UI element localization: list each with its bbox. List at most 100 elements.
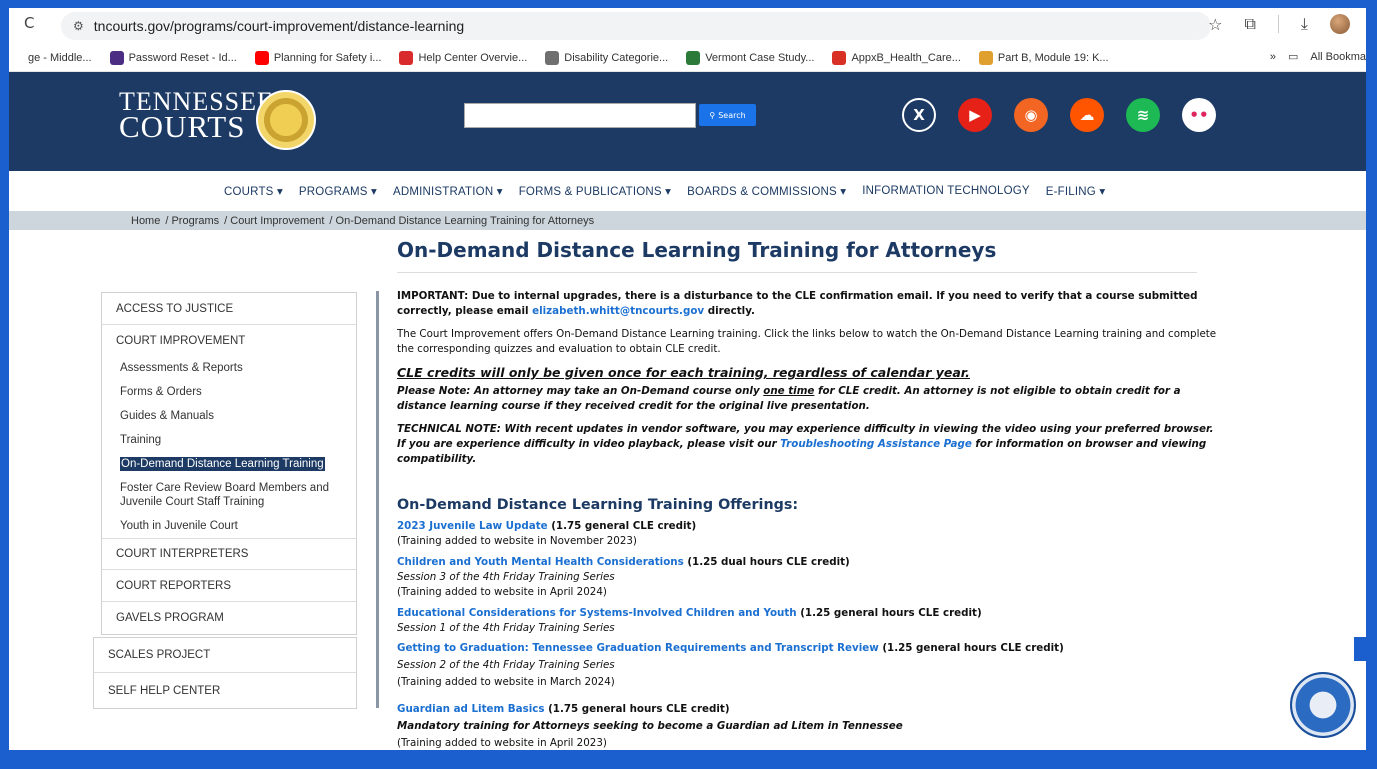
bookmark-label: Help Center Overvie... — [418, 51, 528, 64]
overlay-offerings: Getting to Graduation: Tennessee Graduat… — [397, 637, 1357, 750]
sidebar-subitem[interactable]: On-Demand Distance Learning Training — [102, 452, 356, 476]
breadcrumb-item[interactable]: / Court Improvement — [224, 215, 324, 227]
bookmark-favicon-icon — [978, 50, 993, 65]
spotify-icon[interactable]: ≋ — [1126, 98, 1160, 132]
bookmark-item[interactable]: Vermont Case Study... — [686, 50, 814, 65]
important-tail: directly. — [704, 305, 755, 317]
cle-heading: CLE credits will only be given once for … — [397, 365, 970, 380]
offering-link[interactable]: Guardian ad Litem Basics — [397, 703, 544, 715]
sidebar-subitem-label: Assessments & Reports — [120, 362, 243, 374]
search-button-label: Search — [718, 110, 746, 120]
sidebar-subitem[interactable]: Foster Care Review Board Members and Juv… — [102, 476, 356, 514]
bookmark-item[interactable]: Disability Categorie... — [545, 50, 669, 65]
troubleshooting-link[interactable]: Troubleshooting Assistance Page — [780, 438, 972, 450]
offering-link[interactable]: Getting to Graduation: Tennessee Graduat… — [397, 642, 879, 654]
bookmark-item[interactable]: Part B, Module 19: K... — [978, 50, 1109, 65]
bookmark-item[interactable]: Password Reset - Id... — [109, 50, 237, 65]
site-logo[interactable]: TENNESSEE COURTS — [119, 89, 274, 144]
search-input[interactable] — [464, 103, 696, 128]
bookmark-label: Part B, Module 19: K... — [997, 51, 1109, 64]
browser-toolbar: ☆ ⧉ ⤓ — [1208, 14, 1350, 34]
breadcrumb-item[interactable]: Home — [131, 215, 160, 227]
sidebar-item-court-improvement[interactable]: COURT IMPROVEMENT — [102, 325, 356, 357]
nav-item[interactable]: PROGRAMS ▾ — [299, 184, 377, 198]
folder-icon: ▭ — [1287, 51, 1299, 63]
sidebar-subitems: Assessments & Reports Forms & Orders Guide… — [102, 357, 356, 538]
download-icon[interactable]: ⤓ — [1301, 14, 1308, 34]
logo-line-2: COURTS — [119, 109, 246, 144]
important-text: IMPORTANT: Due to internal upgrades, the… — [397, 290, 1198, 317]
sidebar-subitem[interactable]: Forms & Orders — [102, 380, 356, 404]
court-seal-icon — [1290, 672, 1356, 738]
sidebar-subitem[interactable]: Training — [102, 428, 356, 452]
nav-item[interactable]: INFORMATION TECHNOLOGY — [862, 185, 1030, 197]
offering-link[interactable]: Children and Youth Mental Health Conside… — [397, 556, 684, 568]
offering-credit: (1.25 general hours CLE credit) — [878, 642, 1064, 654]
rss-icon[interactable]: ◉ — [1014, 98, 1048, 132]
site-info-icon[interactable]: ⚙ — [73, 19, 84, 33]
sidebar-subitem[interactable]: Guides & Manuals — [102, 404, 356, 428]
url-text[interactable]: tncourts.gov/programs/court-improvement/… — [94, 18, 464, 34]
search-button[interactable]: ⚲ Search — [699, 104, 756, 126]
sidebar-item-court-interpreters[interactable]: COURT INTERPRETERS — [102, 538, 356, 570]
offering-item: Children and Youth Mental Health Conside… — [397, 555, 1217, 600]
profile-avatar[interactable] — [1330, 14, 1350, 34]
search-icon: ⚲ — [709, 110, 716, 120]
bookmark-item[interactable]: AppxB_Health_Care... — [832, 50, 961, 65]
offerings-list: 2023 Juvenile Law Update (1.75 general C… — [397, 519, 1217, 636]
sidebar-item-self-help-center[interactable]: SELF HELP CENTER — [94, 673, 356, 708]
x-icon[interactable]: X — [902, 98, 936, 132]
nav-item[interactable]: FORMS & PUBLICATIONS ▾ — [519, 184, 671, 198]
youtube-icon[interactable]: ▶ — [958, 98, 992, 132]
main-nav: COURTS ▾ PROGRAMS ▾ ADMINISTRATION ▾ FORMS … — [9, 171, 1366, 211]
soundcloud-icon[interactable]: ☁ — [1070, 98, 1104, 132]
sidebar-item-scales-project[interactable]: SCALES PROJECT — [94, 638, 356, 673]
overlay-section: SCALES PROJECT SELF HELP CENTER Getting … — [9, 637, 1366, 750]
sidebar-subitem-label: Youth in Juvenile Court — [120, 520, 238, 532]
sidebar-item-court-reporters[interactable]: COURT REPORTERS — [102, 570, 356, 602]
bookmark-item[interactable]: Help Center Overvie... — [399, 50, 528, 65]
sidebar-subitem-label: Foster Care Review Board Members and Juv… — [120, 482, 329, 508]
offering-added-date: (Training added to website in April 2024… — [397, 586, 607, 598]
sidebar-subitem[interactable]: Assessments & Reports — [102, 357, 356, 380]
nav-item[interactable]: ADMINISTRATION ▾ — [393, 184, 503, 198]
breadcrumb-item[interactable]: / Programs — [165, 215, 219, 227]
intro-text: The Court Improvement offers On-Demand D… — [397, 328, 1217, 355]
nav-item[interactable]: E-FILING ▾ — [1046, 184, 1106, 198]
offering-link[interactable]: Educational Considerations for Systems-I… — [397, 607, 797, 619]
star-icon[interactable]: ☆ — [1208, 15, 1222, 34]
seal-icon — [256, 90, 316, 150]
offerings-heading: On-Demand Distance Learning Training Off… — [397, 497, 799, 513]
sidebar-item-gavels-program[interactable]: GAVELS PROGRAM — [102, 602, 356, 634]
sidebar-subitem-label: Training — [120, 434, 162, 446]
email-link[interactable]: elizabeth.whitt@tncourts.gov — [532, 305, 704, 317]
flickr-icon[interactable]: •• — [1182, 98, 1216, 132]
note-text: Please Note: An attorney may take an On-… — [397, 385, 764, 397]
nav-item[interactable]: COURTS ▾ — [224, 184, 283, 198]
bookmark-favicon-icon — [545, 50, 560, 65]
breadcrumb-item: / On-Demand Distance Learning Training f… — [329, 214, 595, 227]
offering-title-line: 2023 Juvenile Law Update (1.75 general C… — [397, 519, 1217, 534]
bookmark-label: Disability Categorie... — [564, 51, 669, 64]
all-bookmarks-link[interactable]: All Bookma — [1310, 51, 1366, 63]
sidebar-subitem[interactable]: Youth in Juvenile Court — [102, 514, 356, 538]
extensions-icon[interactable]: ⧉ — [1244, 14, 1255, 34]
nav-item[interactable]: BOARDS & COMMISSIONS ▾ — [687, 184, 846, 198]
bookmark-item[interactable]: ge - Middle... — [9, 50, 92, 65]
offering-credit: (1.25 dual hours CLE credit) — [683, 556, 850, 568]
more-bookmarks-icon[interactable]: » — [1270, 51, 1276, 63]
offering-credit: (1.75 general hours CLE credit) — [544, 703, 730, 715]
browser-window: C ⚙ tncourts.gov/programs/court-improvem… — [9, 8, 1366, 750]
offering-title-line: Children and Youth Mental Health Conside… — [397, 555, 1217, 570]
sidebar-item-access-to-justice[interactable]: ACCESS TO JUSTICE — [102, 293, 356, 325]
reload-icon[interactable]: C — [24, 14, 34, 32]
bookmark-label: AppxB_Health_Care... — [851, 51, 961, 64]
main-content: On-Demand Distance Learning Training for… — [397, 238, 1217, 636]
address-bar[interactable]: ⚙ tncourts.gov/programs/court-improvemen… — [61, 12, 1211, 40]
offering-link[interactable]: 2023 Juvenile Law Update — [397, 520, 548, 532]
bookmark-label: Planning for Safety i... — [273, 51, 382, 64]
sidebar-lower: SCALES PROJECT SELF HELP CENTER — [93, 637, 357, 709]
bookmark-item[interactable]: Planning for Safety i... — [254, 50, 382, 65]
bookmarks-overflow: » ▭ All Bookma — [1261, 50, 1366, 63]
bookmark-favicon-icon — [9, 50, 23, 65]
